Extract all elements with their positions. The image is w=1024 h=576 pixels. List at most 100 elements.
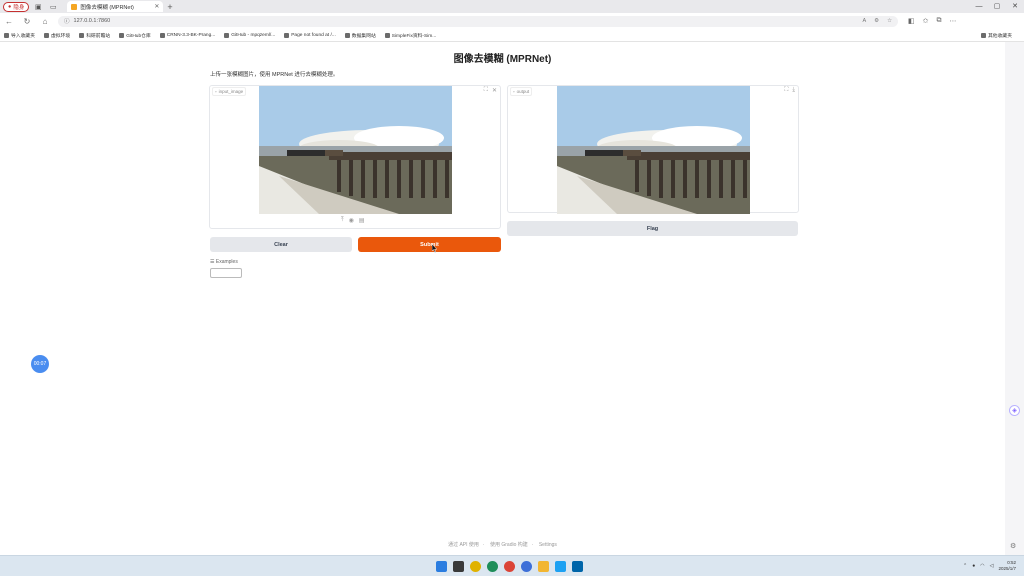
bookmark-item[interactable]: CRNN-3.3-BK-Prang... <box>159 32 215 38</box>
sidebar-settings-icon[interactable]: ⚙ <box>1010 542 1016 550</box>
bookmark-item[interactable]: GitHub - mpqzeml/... <box>224 32 275 38</box>
output-image-panel: ▫ output ⛶ ⤓ <box>507 85 799 214</box>
image-icon: ▫ <box>513 89 515 94</box>
profile-button[interactable]: ● 隐身 <box>3 1 30 12</box>
read-aloud-icon[interactable]: A <box>862 18 866 24</box>
mouse-cursor-icon <box>432 244 437 253</box>
tab-actions-icon[interactable]: ▭ <box>47 1 59 12</box>
bookmark-item[interactable]: GitHub仓库 <box>119 32 151 39</box>
close-window-icon[interactable]: ✕ <box>1006 0 1024 13</box>
upload-icon[interactable]: ⤒ <box>341 217 344 224</box>
app-icon[interactable] <box>470 561 481 572</box>
input-image-panel: ▫ input_image ⛶ ✕ ⤒ ◉ ▤ <box>209 85 501 229</box>
bookmark-item[interactable]: 数据集网站 <box>344 32 376 39</box>
new-tab-icon[interactable]: + <box>167 2 172 12</box>
window-controls: — ▢ ✕ <box>970 0 1024 13</box>
bookmark-icon <box>224 32 230 38</box>
home-icon[interactable]: ⌂ <box>36 17 54 26</box>
bookmark-icon <box>384 32 390 38</box>
system-tray: ⌃ ● ◠ ◁ 0:52 2025/1/7 <box>963 560 1016 572</box>
clock[interactable]: 0:52 2025/1/7 <box>998 560 1016 572</box>
bookmark-item[interactable]: 虚拟环境 <box>44 32 70 39</box>
address-bar-row: ← ↻ ⌂ ⓘ 127.0.0.1:7860 A ⚙ ☆ ◧ ✩ ⧉ ⋯ <box>0 13 1024 29</box>
fullscreen-icon[interactable]: ⛶ <box>484 87 488 94</box>
output-panel-tools: ⛶ ⤓ <box>784 87 795 94</box>
minimize-icon[interactable]: — <box>970 0 988 13</box>
bookmark-icon <box>44 32 49 38</box>
api-link[interactable]: 通过 API 使用 <box>448 542 479 548</box>
volume-icon[interactable]: ◁ <box>990 563 994 569</box>
close-tab-icon[interactable]: ✕ <box>154 3 159 10</box>
browser-tab-bar: ● 隐身 ▣ ▭ 图像去模糊 (MPRNet) ✕ + — ▢ ✕ <box>0 0 1024 13</box>
close-icon[interactable]: ✕ <box>492 87 497 94</box>
url-field[interactable]: ⓘ 127.0.0.1:7860 A ⚙ ☆ <box>58 15 898 27</box>
other-bookmarks[interactable]: 其他收藏夹 <box>981 32 1012 39</box>
favorite-star-icon[interactable]: ☆ <box>887 18 892 24</box>
profile-label: 隐身 <box>13 4 25 11</box>
taskview-icon[interactable] <box>453 561 464 572</box>
explorer-icon[interactable] <box>538 561 549 572</box>
tray-app-icon[interactable]: ● <box>972 563 975 569</box>
tab-title: 图像去模糊 (MPRNet) <box>80 4 134 11</box>
info-icon: ⓘ <box>64 19 70 25</box>
bookmarks-bar: 导入收藏夹 虚拟环境 科研前瞻站 GitHub仓库 CRNN-3.3-BK-Pr… <box>0 29 1024 42</box>
image-icon: ▫ <box>215 89 217 94</box>
recording-timer[interactable]: 00:07 <box>31 355 49 373</box>
flag-button[interactable]: Flag <box>507 221 798 236</box>
page-title: 图像去模糊 (MPRNet) <box>453 54 552 65</box>
taskbar: ⌃ ● ◠ ◁ 0:52 2025/1/7 <box>0 555 1024 576</box>
chrome-icon[interactable] <box>504 561 515 572</box>
example-thumbnail[interactable] <box>210 268 242 278</box>
user-icon: ● <box>8 3 12 10</box>
favicon-icon <box>71 3 78 10</box>
gradio-link[interactable]: 使用 Gradio 构建 <box>490 542 528 548</box>
url-text: 127.0.0.1:7860 <box>73 18 111 24</box>
page-description: 上传一张模糊图片，使用 MPRNet 进行去模糊处理。 <box>210 72 339 78</box>
fullscreen-icon[interactable]: ⛶ <box>784 87 788 94</box>
bookmark-icon <box>344 32 350 38</box>
bookmark-item[interactable]: 导入收藏夹 <box>4 32 35 39</box>
clock-date: 2025/1/7 <box>998 566 1016 571</box>
bookmark-icon <box>284 32 290 38</box>
extensions-icon[interactable]: ⚙ <box>874 18 879 24</box>
clear-button[interactable]: Clear <box>210 237 352 252</box>
webcam-icon[interactable]: ◉ <box>349 217 354 224</box>
start-icon[interactable] <box>436 561 447 572</box>
edge-icon[interactable] <box>487 561 498 572</box>
page-content: 图像去模糊 (MPRNet) 上传一张模糊图片，使用 MPRNet 进行去模糊处… <box>0 42 1005 555</box>
refresh-icon[interactable]: ↻ <box>18 17 36 26</box>
split-screen-icon[interactable]: ◧ <box>908 17 915 25</box>
vscode-icon[interactable] <box>572 561 583 572</box>
input-image-tools: ⤒ ◉ ▤ <box>341 217 365 224</box>
wifi-icon[interactable]: ◠ <box>980 563 984 569</box>
clipboard-icon[interactable]: ▤ <box>359 217 365 224</box>
footer: 通过 API 使用 · 使用 Gradio 构建 · Settings <box>448 542 557 548</box>
settings-link[interactable]: Settings <box>539 542 557 548</box>
bookmark-item[interactable]: SimpleFix资料-Sim... <box>384 32 436 39</box>
folder-icon <box>981 32 986 38</box>
collections-icon[interactable]: ⧉ <box>937 17 942 25</box>
browser-sidebar: ◈ ⚙ <box>1005 42 1024 555</box>
chevron-up-icon[interactable]: ⌃ <box>963 563 967 569</box>
input-image[interactable] <box>259 86 452 214</box>
copilot-icon[interactable]: ◈ <box>1009 405 1020 416</box>
back-icon[interactable]: ← <box>0 17 18 26</box>
bookmark-icon <box>4 32 9 38</box>
examples-label: ☰ Examples <box>210 259 238 265</box>
more-icon[interactable]: ⋯ <box>950 17 957 25</box>
app-icon[interactable] <box>555 561 566 572</box>
maximize-icon[interactable]: ▢ <box>988 0 1006 13</box>
favorites-icon[interactable]: ✩ <box>923 17 929 25</box>
input-panel-tools: ⛶ ✕ <box>484 87 497 94</box>
output-image <box>557 86 750 214</box>
bookmark-item[interactable]: Page not found at /... <box>284 32 336 38</box>
input-image-label: ▫ input_image <box>212 87 247 96</box>
bookmark-item[interactable]: 科研前瞻站 <box>79 32 110 39</box>
workspaces-icon[interactable]: ▣ <box>32 1 44 12</box>
output-image-label: ▫ output <box>510 87 533 96</box>
submit-button[interactable]: Submit <box>358 237 501 252</box>
tab-active[interactable]: 图像去模糊 (MPRNet) ✕ <box>67 1 164 12</box>
app-icon[interactable] <box>521 561 532 572</box>
bookmark-icon <box>159 32 165 38</box>
download-icon[interactable]: ⤓ <box>792 87 795 94</box>
